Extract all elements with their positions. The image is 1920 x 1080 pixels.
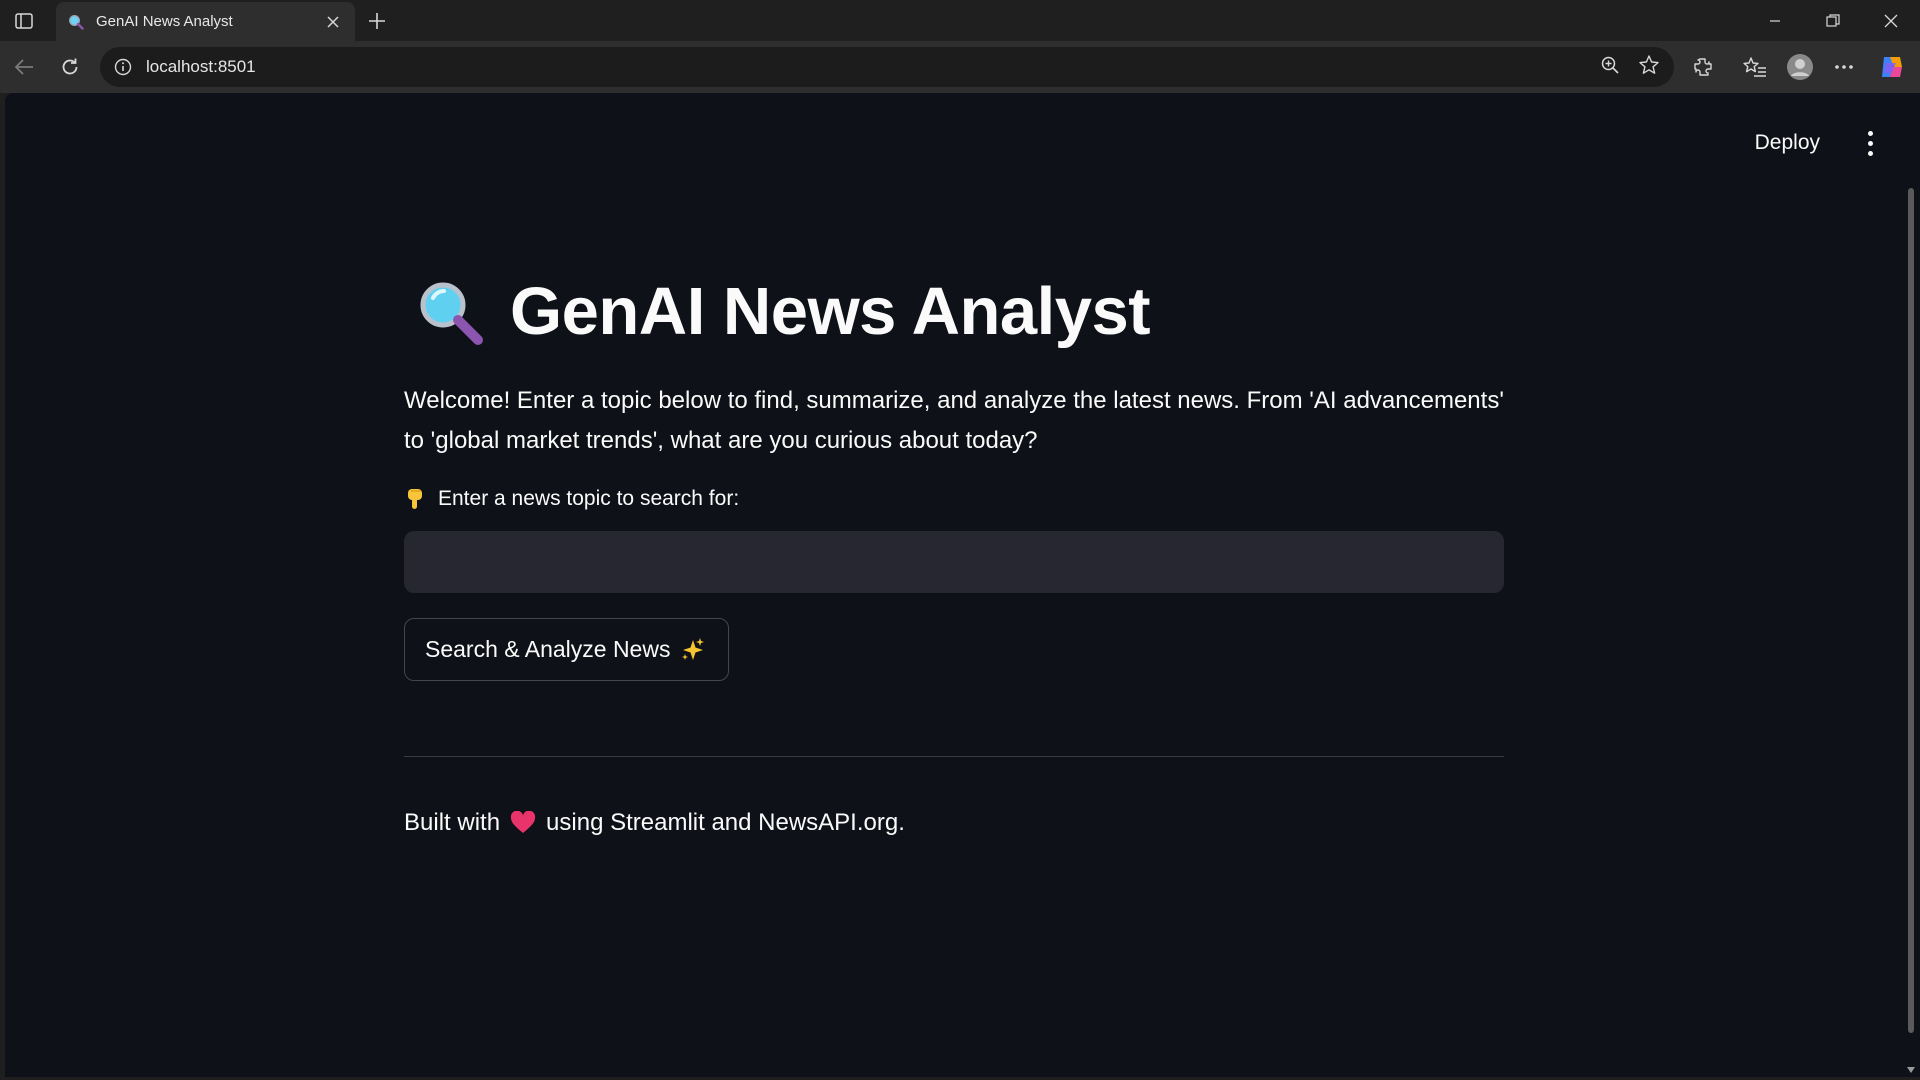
topic-search-input[interactable] [404, 531, 1504, 593]
zoom-icon[interactable] [1600, 55, 1620, 80]
heart-icon [510, 810, 536, 836]
topic-input-label-text: Enter a news topic to search for: [438, 487, 740, 510]
copilot-icon[interactable] [1878, 53, 1906, 81]
footer-prefix: Built with [404, 809, 501, 836]
search-analyze-button[interactable]: Search & Analyze News [404, 618, 730, 681]
favorite-star-icon[interactable] [1638, 54, 1660, 81]
window-controls [1746, 0, 1920, 41]
scroll-down-arrow-icon[interactable] [1907, 1067, 1915, 1073]
profile-avatar-icon[interactable] [1786, 53, 1814, 81]
app-viewport: Deploy GenAI News Analyst Welcome! Enter… [5, 93, 1920, 1077]
more-options-icon[interactable] [1830, 53, 1858, 81]
reload-icon[interactable] [56, 53, 84, 81]
title-row: GenAI News Analyst [416, 273, 1151, 350]
extensions-icon[interactable] [1689, 53, 1717, 81]
sidebar-toggle-icon[interactable] [12, 9, 36, 33]
browser-toolbar: localhost:8501 [0, 41, 1920, 93]
pointing-down-hand-icon [404, 487, 428, 511]
search-analyze-button-label: Search & Analyze News [425, 636, 671, 662]
browser-tab-bar: GenAI News Analyst [0, 0, 1920, 41]
intro-text: Welcome! Enter a topic below to find, su… [404, 387, 1504, 454]
divider [404, 756, 1504, 757]
page-title: GenAI News Analyst [510, 274, 1151, 349]
new-tab-icon[interactable] [364, 8, 390, 34]
main-menu-icon[interactable] [1858, 128, 1882, 158]
close-window-icon[interactable] [1862, 0, 1920, 41]
restore-icon[interactable] [1804, 0, 1862, 41]
address-bar[interactable]: localhost:8501 [100, 47, 1674, 87]
tab-title: GenAI News Analyst [96, 13, 233, 30]
topic-input-label: Enter a news topic to search for: [404, 487, 739, 511]
app-header: Deploy [1747, 127, 1882, 159]
site-info-icon[interactable] [114, 57, 134, 77]
browser-tab[interactable]: GenAI News Analyst [56, 2, 355, 41]
minimize-icon[interactable] [1746, 0, 1804, 41]
sparkles-icon [680, 636, 708, 664]
close-tab-icon[interactable] [323, 12, 343, 32]
footer-suffix: using Streamlit and NewsAPI.org. [546, 809, 905, 836]
deploy-button[interactable]: Deploy [1747, 127, 1828, 159]
back-arrow-icon[interactable] [10, 53, 38, 81]
scrollbar-thumb[interactable] [1908, 188, 1914, 1033]
page-scrollbar[interactable] [1906, 93, 1916, 1077]
favorites-list-icon[interactable] [1741, 53, 1769, 81]
url-text[interactable]: localhost:8501 [146, 57, 1600, 77]
magnifying-glass-icon [68, 13, 86, 31]
magnifying-glass-icon [416, 278, 484, 346]
footer: Built with using Streamlit and NewsAPI.o… [404, 809, 905, 837]
